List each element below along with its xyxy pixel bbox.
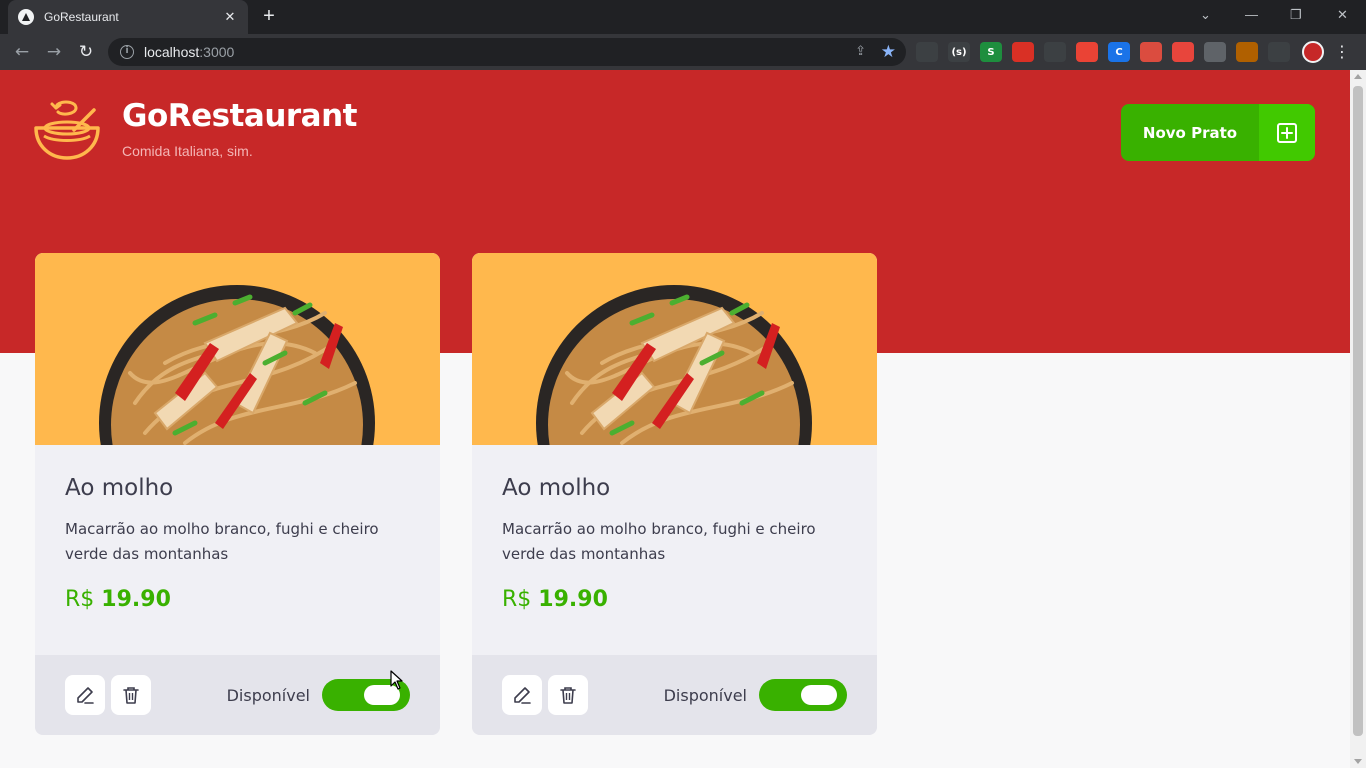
ext-circle-icon[interactable] — [916, 42, 938, 62]
edit-button[interactable] — [502, 675, 542, 715]
brand-subtitle: Comida Italiana, sim. — [122, 143, 253, 159]
ext-red-icon[interactable] — [1012, 42, 1034, 62]
scroll-down-arrow-icon[interactable] — [1354, 759, 1362, 764]
back-arrow-icon[interactable]: ← — [10, 40, 34, 64]
food-card: Ao molho Macarrão ao molho branco, fughi… — [35, 253, 440, 735]
food-card-footer: Disponível — [472, 655, 877, 735]
availability-label: Disponível — [226, 685, 310, 705]
delete-button[interactable] — [111, 675, 151, 715]
tab-close-icon[interactable]: ✕ — [222, 10, 238, 25]
ext-face-icon[interactable] — [1236, 42, 1258, 62]
plus-square-icon — [1259, 104, 1315, 161]
dish-price: R$ 19.90 — [502, 587, 847, 612]
url-port: :3000 — [199, 44, 235, 60]
price-currency: R$ — [65, 587, 95, 612]
profile-avatar[interactable] — [1302, 41, 1324, 63]
availability-control: Disponível — [664, 679, 847, 711]
price-currency: R$ — [502, 587, 532, 612]
delete-button[interactable] — [548, 675, 588, 715]
trash-icon — [560, 687, 576, 704]
ext-bracket-icon[interactable]: (s) — [948, 42, 970, 62]
reload-icon[interactable]: ↻ — [74, 40, 98, 64]
food-image — [472, 253, 877, 445]
url-text: localhost:3000 — [144, 44, 234, 60]
restore-button[interactable]: ❐ — [1290, 7, 1302, 23]
forward-arrow-icon[interactable]: → — [42, 40, 66, 64]
ext-video-icon[interactable] — [1172, 42, 1194, 62]
new-dish-label: Novo Prato — [1142, 123, 1238, 142]
price-value: 19.90 — [538, 587, 608, 612]
page-scrollbar[interactable] — [1350, 70, 1366, 768]
kebab-menu-icon[interactable]: ⋮ — [1334, 40, 1350, 64]
pencil-icon — [77, 687, 94, 704]
extensions-bar: (s) S C — [916, 42, 1290, 62]
browser-tab[interactable]: GoRestaurant ✕ — [8, 0, 248, 34]
food-card: Ao molho Macarrão ao molho branco, fughi… — [472, 253, 877, 735]
trash-icon — [123, 687, 139, 704]
ext-target-icon[interactable] — [1204, 42, 1226, 62]
url-host: localhost — [144, 44, 200, 60]
chevron-down-icon[interactable]: ⌄ — [1200, 7, 1211, 23]
browser-toolbar: ← → ↻ i localhost:3000 ⇪ ★ (s) S C ⋮ — [0, 34, 1366, 70]
ext-ball-icon[interactable] — [1076, 42, 1098, 62]
dish-name: Ao molho — [65, 475, 174, 501]
share-icon[interactable]: ⇪ — [855, 44, 866, 59]
ext-c-icon[interactable]: C — [1108, 42, 1130, 62]
triangle-favicon-icon — [18, 9, 34, 25]
info-icon[interactable]: i — [120, 45, 134, 59]
availability-control: Disponível — [227, 679, 410, 711]
new-dish-button[interactable]: Novo Prato — [1121, 104, 1315, 161]
toggle-knob — [801, 685, 837, 705]
food-card-footer: Disponível — [35, 655, 440, 735]
address-bar[interactable]: i localhost:3000 ⇪ ★ — [108, 38, 906, 66]
ext-s-icon[interactable]: S — [980, 42, 1002, 62]
bookmark-star-icon[interactable]: ★ — [881, 42, 896, 62]
scrollbar-thumb[interactable] — [1353, 86, 1363, 736]
brand-title: GoRestaurant — [122, 98, 358, 134]
food-card-body: Ao molho Macarrão ao molho branco, fughi… — [35, 445, 440, 655]
food-card-body: Ao molho Macarrão ao molho branco, fughi… — [472, 445, 877, 655]
ext-puzzle-icon[interactable] — [1268, 42, 1290, 62]
new-tab-button[interactable]: + — [258, 6, 280, 28]
price-value: 19.90 — [101, 587, 171, 612]
availability-toggle[interactable] — [759, 679, 847, 711]
browser-tabbar: GoRestaurant ✕ + ⌄ — ❐ ✕ — [0, 0, 1366, 34]
ext-todoist-icon[interactable] — [1140, 42, 1162, 62]
mouse-pointer-icon — [390, 670, 404, 694]
close-window-button[interactable]: ✕ — [1337, 7, 1348, 23]
minimize-button[interactable]: — — [1245, 7, 1258, 22]
bowl-logo-icon — [32, 96, 102, 168]
page-viewport: GoRestaurant Comida Italiana, sim. Novo … — [0, 70, 1350, 768]
availability-label: Disponível — [663, 685, 747, 705]
ext-pen-icon[interactable] — [1044, 42, 1066, 62]
edit-button[interactable] — [65, 675, 105, 715]
dish-price: R$ 19.90 — [65, 587, 410, 612]
pencil-icon — [514, 687, 531, 704]
food-image — [35, 253, 440, 445]
tab-title: GoRestaurant — [44, 10, 119, 24]
dish-name: Ao molho — [502, 475, 611, 501]
dish-description: Macarrão ao molho branco, fughi e cheiro… — [65, 520, 379, 563]
dish-description: Macarrão ao molho branco, fughi e cheiro… — [502, 520, 816, 563]
scroll-up-arrow-icon[interactable] — [1354, 74, 1362, 79]
